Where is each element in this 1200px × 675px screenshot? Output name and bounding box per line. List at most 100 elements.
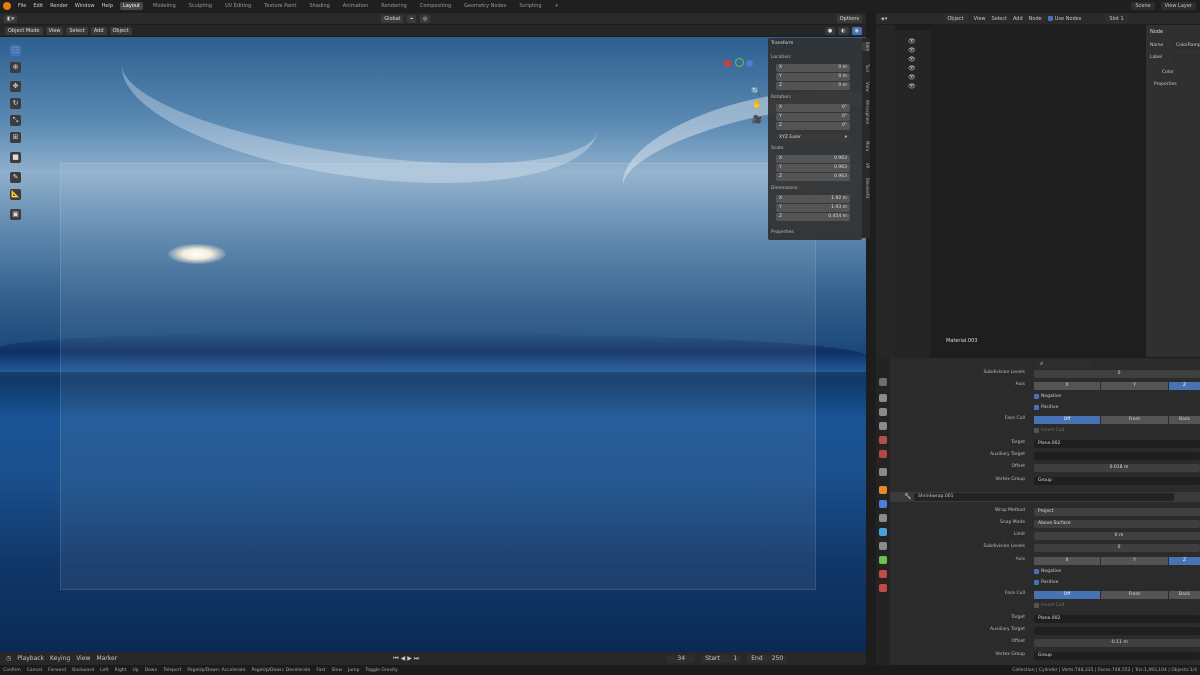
scene-tab-icon[interactable] [879,436,887,444]
zoom-icon[interactable]: 🔍 [751,87,761,96]
node-menu-add[interactable]: Add [1013,16,1023,22]
select-tool-icon[interactable]: ⬚ [10,45,21,56]
subdiv-levels-field[interactable]: 0 [1034,370,1200,378]
positive-checkbox[interactable]: Positive [1034,405,1058,410]
eye-icon[interactable]: 👁 [908,47,916,54]
properties-subpanel-header[interactable]: Properties [771,230,859,235]
face-cull-off-2[interactable]: Off [1034,591,1100,599]
scene-selector[interactable]: Scene [1131,2,1155,10]
transform-tool-icon[interactable]: ⊞ [10,132,21,143]
tab-rendering[interactable]: Rendering [378,2,410,10]
snap-mode-dropdown[interactable]: Above Surface [1034,520,1200,528]
scale-x-field[interactable]: X 0.963 [776,155,850,163]
node-panel-title[interactable]: Node [1150,29,1163,35]
face-cull-back[interactable]: Back [1169,416,1200,424]
start-frame-field[interactable]: Start 1 [701,654,742,663]
measure-tool-icon[interactable]: 📐 [10,189,21,200]
tab-shading[interactable]: Shading [306,2,332,10]
snap-icon[interactable]: ⌖ [407,14,417,23]
menu-object[interactable]: Object [109,26,132,35]
cursor-tool-icon[interactable]: ⊕ [10,62,21,73]
clock-icon[interactable]: ◷ [6,655,11,662]
tab-modeling[interactable]: Modeling [150,2,179,10]
rotation-z-field[interactable]: Z 0° [776,122,850,130]
axis-z-toggle[interactable]: Z [1169,382,1200,390]
tab-texture-paint[interactable]: Texture Paint [261,2,299,10]
data-tab-icon[interactable] [879,556,887,564]
tab-view[interactable]: View [862,82,870,92]
modifier-tab-icon[interactable] [879,500,887,508]
dimension-y-field[interactable]: Y 1.93 m [776,204,850,212]
axis-x-toggle[interactable]: X [1034,382,1100,390]
tab-sculpting[interactable]: Sculpting [186,2,215,10]
modifier-name-field[interactable]: Shrinkwrap.001 [914,493,1174,501]
vertex-group-field[interactable]: Group [1034,477,1200,485]
axis-z-toggle-2[interactable]: Z [1169,557,1200,565]
axis-y-toggle[interactable]: Y [1101,382,1168,390]
node-editor-type-icon[interactable]: ◈▾ [881,16,887,22]
location-y-field[interactable]: Y0 m [776,73,850,81]
menu-view[interactable]: View [45,26,64,35]
3d-viewport[interactable]: ⬚ ⊕ ✥ ↻ ⤡ ⊞ ■ ✎ 📐 ▣ 🔍 ✋ 🎥 [0,37,866,652]
face-cull-front-2[interactable]: Front [1101,591,1168,599]
tab-mirra[interactable]: Mirra [862,141,870,151]
node-menu-select[interactable]: Select [992,16,1007,22]
texture-tab-icon[interactable] [879,584,887,592]
auxiliary-target-field-2[interactable] [1034,627,1200,635]
rotation-y-field[interactable]: Y 0° [776,113,850,121]
material-tab-icon[interactable] [879,570,887,578]
constraints-tab-icon[interactable] [879,542,887,550]
positive-checkbox-2[interactable]: Positive [1034,580,1058,585]
negative-checkbox[interactable]: Negative [1034,394,1061,399]
annotate-tool-icon[interactable]: ✎ [10,172,21,183]
current-frame-field[interactable]: 34 [667,654,696,663]
location-z-field[interactable]: Z0 m [776,82,850,90]
end-frame-field[interactable]: End 250 [747,654,788,663]
shading-solid-icon[interactable]: ● [824,26,836,35]
eye-icon[interactable]: 👁 [908,56,916,63]
location-x-field[interactable]: X0 m [776,64,850,72]
object-type-dropdown[interactable]: Object [943,14,968,23]
material-slot-dropdown[interactable]: Slot 1 [1105,14,1128,23]
target-field[interactable]: Plane.002 [1034,440,1200,448]
collection-tab-icon[interactable] [879,468,887,476]
invert-cull-checkbox[interactable]: Invert Cull [1034,428,1064,433]
face-cull-off[interactable]: Off [1034,416,1100,424]
menu-render[interactable]: Render [50,3,68,9]
dimension-x-field[interactable]: X 1.92 m [776,195,850,203]
menu-edit[interactable]: Edit [33,3,43,9]
eye-icon[interactable]: 👁 [908,74,916,81]
axis-y-toggle-2[interactable]: Y [1101,557,1168,565]
object-tab-icon[interactable] [879,486,887,494]
offset-field[interactable]: 0.018 m [1034,464,1200,472]
invert-cull-checkbox-2[interactable]: Invert Cull [1034,603,1064,608]
tab-compositing[interactable]: Compositing [417,2,454,10]
auxiliary-target-field[interactable] [1034,452,1200,460]
properties-search-input[interactable]: ⌕ [1036,360,1092,368]
move-tool-icon[interactable]: ✥ [10,81,21,92]
tab-geometry-nodes[interactable]: Geometry Nodes [461,2,509,10]
tab-blenderkit[interactable]: BlenderKit [862,178,870,199]
face-cull-back-2[interactable]: Back [1169,591,1200,599]
view-layer-selector[interactable]: View Layer [1160,2,1196,10]
target-field-2[interactable]: Plane.002 [1034,615,1200,623]
dimension-z-field[interactable]: Z 0.454 m [776,213,850,221]
physics-tab-icon[interactable] [879,528,887,536]
add-cube-tool-icon[interactable]: ■ [10,152,21,163]
scale-z-field[interactable]: Z 0.963 [776,173,850,181]
transform-orientation-dropdown[interactable]: Global [381,14,404,23]
gizmo-x-icon[interactable] [724,60,731,67]
add-workspace-button[interactable]: + [552,2,562,10]
menu-marker[interactable]: Marker [96,655,117,662]
menu-file[interactable]: File [18,3,26,9]
tab-animation[interactable]: Animation [340,2,372,10]
mode-dropdown[interactable]: Object Mode [5,26,43,35]
menu-view[interactable]: View [76,655,90,662]
pan-hand-icon[interactable]: ✋ [752,100,762,109]
menu-window[interactable]: Window [75,3,95,9]
menu-keying[interactable]: Keying [50,655,70,662]
playback-controls[interactable]: ⏮◀▶⏭ [393,655,421,663]
tab-item[interactable]: Item [862,42,870,52]
tab-scripting[interactable]: Scripting [516,2,544,10]
menu-select[interactable]: Select [66,26,88,35]
